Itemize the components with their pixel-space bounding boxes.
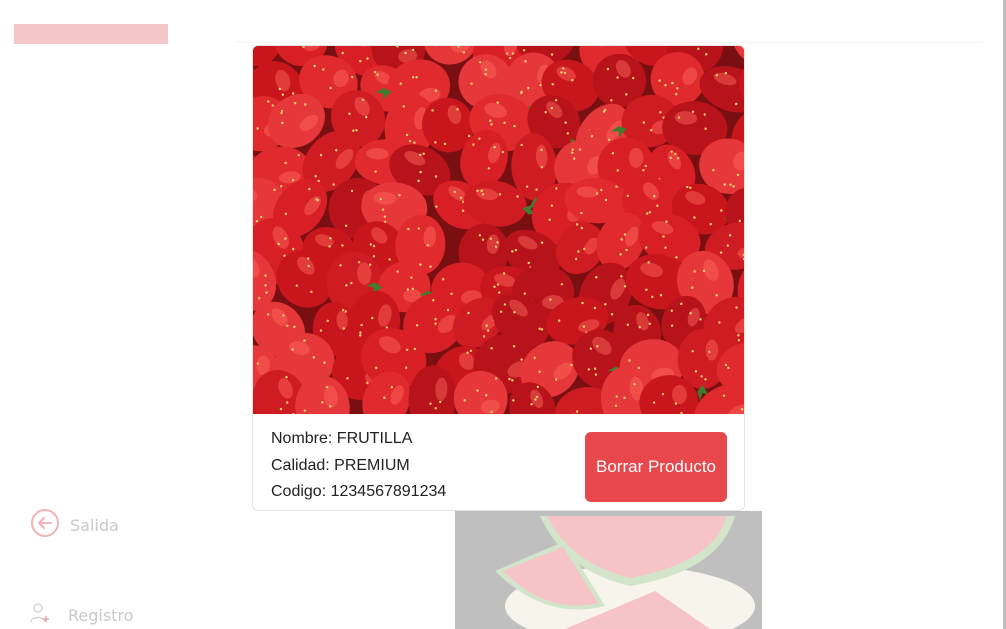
user-plus-icon: [30, 602, 50, 628]
arrow-left-circle-icon: [30, 508, 60, 542]
sidebar-logo: [14, 24, 168, 44]
background-product-image: [455, 511, 762, 629]
product-card: Nombre: FRUTILLA Calidad: PREMIUM Codigo…: [252, 45, 745, 511]
sidebar-item-label: Registro: [68, 605, 134, 625]
product-quality: Calidad: PREMIUM: [271, 456, 410, 474]
delete-product-button[interactable]: Borrar Producto: [585, 432, 727, 502]
header-divider: [236, 42, 982, 43]
product-name: Nombre: FRUTILLA: [271, 430, 413, 447]
product-image: [253, 46, 744, 414]
sidebar-item-registro[interactable]: Registro: [30, 602, 133, 628]
app-window: Salida Registro Nombre: FRUTILLA Calidad…: [0, 0, 1006, 629]
product-details: Nombre: FRUTILLA Calidad: PREMIUM Codigo…: [271, 426, 446, 506]
sidebar-item-salida[interactable]: Salida: [30, 508, 119, 542]
product-code: Codigo: 1234567891234: [271, 483, 447, 500]
sidebar-item-label: Salida: [70, 515, 119, 535]
